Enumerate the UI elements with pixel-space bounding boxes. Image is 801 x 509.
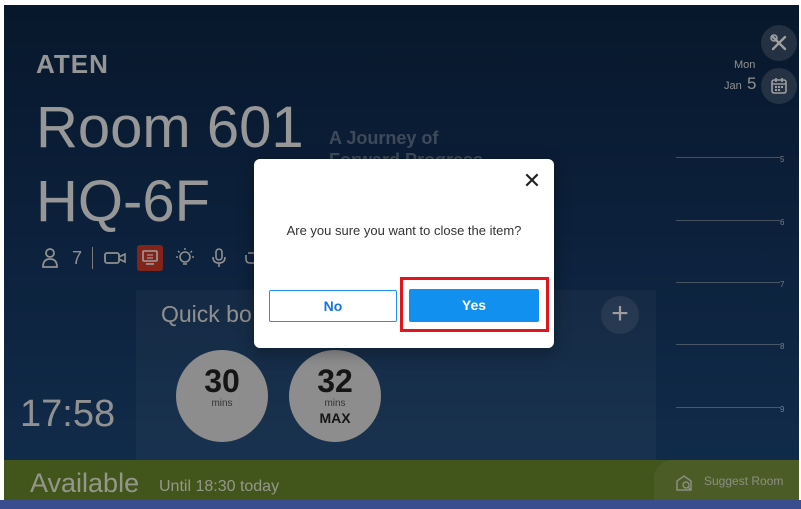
- person-icon: [38, 246, 62, 270]
- tools-icon: [770, 34, 787, 51]
- background-event-line1: A Journey of: [329, 128, 439, 148]
- yes-button[interactable]: Yes: [409, 289, 539, 322]
- timeline-hour-label: 9: [780, 405, 785, 414]
- duration-max-button[interactable]: 32 mins MAX: [289, 350, 381, 442]
- display-icon: [137, 245, 164, 271]
- timeline-hour-line: [676, 157, 780, 158]
- capacity-count: 7: [72, 247, 83, 268]
- timeline-hour-label: 8: [780, 342, 785, 351]
- microphone-icon: [207, 246, 231, 270]
- no-button[interactable]: No: [269, 290, 397, 322]
- room-name: Room 601: [36, 95, 304, 160]
- date-weekday: Mon: [734, 59, 756, 71]
- availability-status: Available: [30, 468, 140, 498]
- confirm-close-dialog: ✕ Are you sure you want to close the ite…: [254, 159, 554, 348]
- amenities-row: 7: [38, 243, 265, 273]
- timeline-hour-line: [676, 220, 780, 221]
- duration-unit: mins: [211, 398, 233, 409]
- calendar-button[interactable]: [761, 68, 797, 104]
- availability-bar: Available Until 18:30 today Suggest Room: [4, 460, 799, 505]
- date-month: Jan: [724, 80, 742, 92]
- dialog-message: Are you sure you want to close the item?: [286, 223, 522, 238]
- duration-value: 32: [317, 363, 353, 399]
- suggest-room-icon: [674, 473, 694, 498]
- timeline-hour-label: 6: [780, 218, 785, 227]
- room-location: HQ-6F: [36, 169, 210, 234]
- timeline-hour-line: [676, 407, 780, 408]
- timeline-hour-line: [676, 344, 780, 345]
- calendar-icon: [771, 78, 787, 94]
- light-icon: [173, 246, 197, 270]
- suggest-room-button[interactable]: Suggest Room: [654, 460, 799, 505]
- timeline-hour-label: 7: [780, 280, 785, 289]
- camera-icon: [103, 246, 127, 270]
- duration-30-button[interactable]: 30 mins: [176, 350, 268, 442]
- duration-value: 30: [204, 363, 240, 399]
- timeline-hour-label: 5: [780, 155, 785, 164]
- settings-button[interactable]: [761, 25, 797, 61]
- timeline-hour-line: [676, 282, 780, 283]
- close-icon[interactable]: ✕: [520, 169, 544, 193]
- aten-logo: ATEN: [36, 49, 109, 79]
- suggest-room-label: Suggest Room: [704, 474, 784, 488]
- quick-book-title: Quick bo: [161, 301, 252, 327]
- date-day: 5: [747, 74, 757, 93]
- availability-detail: Until 18:30 today: [159, 478, 280, 495]
- bottom-strip: [0, 500, 801, 509]
- divider: [92, 247, 94, 269]
- add-booking-button[interactable]: +: [601, 296, 639, 334]
- duration-max-label: MAX: [319, 410, 351, 426]
- current-time: 17:58: [20, 393, 116, 435]
- duration-unit: mins: [324, 398, 346, 409]
